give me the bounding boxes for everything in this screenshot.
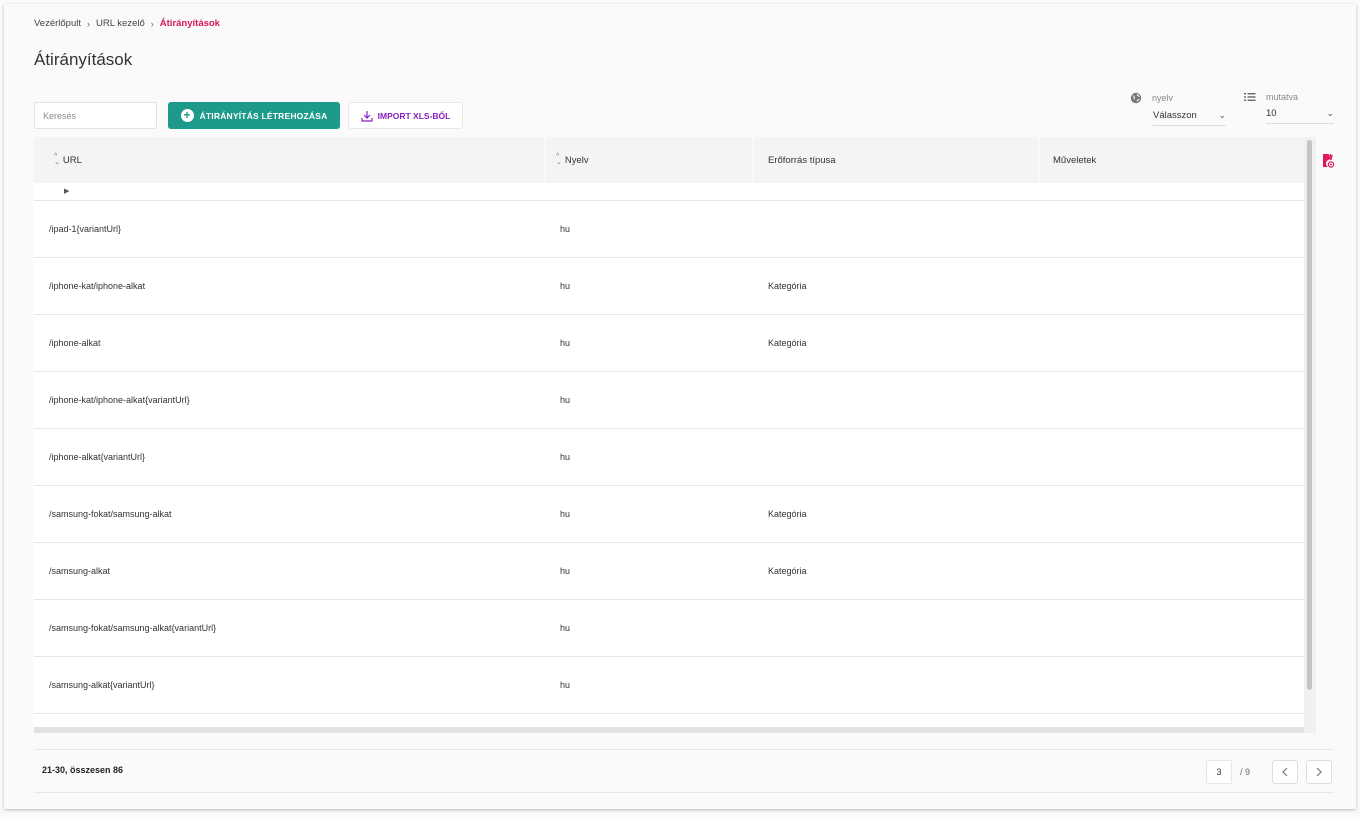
breadcrumb-item-dashboard[interactable]: Vezérlőpult [34,18,81,29]
language-filter-label: nyelv [1152,93,1174,103]
table-row[interactable]: /iphone-alkat hu Kategória [34,315,1304,372]
cell-language: hu [560,509,571,519]
language-select-value: Válasszon [1153,110,1197,121]
cell-url: /iphone-kat/iphone-alkat{variantUrl} [49,395,190,405]
cell-language: hu [560,338,571,348]
breadcrumb-item-url-manager[interactable]: URL kezelő [96,18,145,29]
cell-language: hu [560,395,571,405]
page-size-select[interactable]: 10 ⌄ [1266,108,1334,124]
table-row[interactable]: /samsung-alkat hu Kategória [34,543,1304,600]
vertical-scrollbar-thumb[interactable] [1307,140,1312,690]
language-filter[interactable]: nyelv Válasszon ⌄ [1130,92,1226,126]
download-icon [361,110,373,122]
page-size-filter[interactable]: mutatva 10 ⌄ [1244,92,1334,124]
breadcrumb-separator: › [150,18,154,29]
cell-url: /iphone-kat/iphone-alkat [49,281,146,291]
column-settings-icon [1323,154,1335,168]
chevron-down-icon: ⌄ [1326,108,1334,118]
cell-url: /samsung-alkat [49,566,111,576]
table-row[interactable]: /iphone-kat/iphone-alkat{variantUrl} hu [34,372,1304,429]
column-header-url[interactable]: ^ ⌄ URL [34,137,546,183]
page-size-filter-label: mutatva [1266,92,1299,102]
cell-url: /samsung-fokat/samsung-alkat{variantUrl} [49,623,217,633]
cell-resource-type: Kategória [768,509,807,519]
column-header-url-label: URL [62,154,82,166]
chevron-left-icon [1282,767,1288,777]
footer-divider [34,749,1334,750]
globe-icon [1130,92,1142,104]
table-row[interactable]: /samsung-alkat{variantUrl} hu [34,657,1304,714]
cell-url: /iphone-alkat [49,338,101,348]
breadcrumb-separator: › [87,18,91,29]
cell-resource-type: Kategória [768,566,807,576]
column-header-actions: Műveletek [1039,137,1304,183]
cell-language: hu [560,224,571,234]
cell-url: /samsung-alkat{variantUrl} [49,680,155,690]
column-header-language[interactable]: ^ ⌄ Nyelv [546,137,754,183]
page-size-select-value: 10 [1266,108,1277,119]
cell-resource-type: Kategória [768,338,807,348]
caret-right-icon[interactable]: ▶ [64,187,69,195]
cell-language: hu [560,680,571,690]
cell-language: hu [560,623,571,633]
page-title: Átirányítások [34,50,133,69]
search-input[interactable] [34,102,157,129]
import-xls-button[interactable]: IMPORT XLS-BŐL [348,102,463,129]
language-select[interactable]: Válasszon ⌄ [1153,110,1226,126]
cell-url: /samsung-fokat/samsung-alkat [49,509,172,519]
table-row[interactable]: /iphone-kat/iphone-alkat hu Kategória [34,258,1304,315]
cell-language: hu [560,566,571,576]
table-header: ^ ⌄ URL ^ ⌄ Nyelv Erőforrás típusa Művelet… [34,137,1304,183]
pagination-summary: 21-30, összesen 86 [42,765,124,775]
app-frame: Vezérlőpult › URL kezelő › Átirányítások… [4,4,1356,809]
table-row[interactable]: /samsung-fokat/samsung-alkat hu Kategóri… [34,486,1304,543]
cell-language: hu [560,452,571,462]
page-number-input[interactable] [1206,760,1232,784]
filter-expander-row: ▶ [34,183,1304,201]
column-header-resource-type-label: Erőforrás típusa [768,154,836,166]
table-body: /ipad-1{variantUrl} hu /iphone-kat/iphon… [34,201,1304,714]
table-row[interactable]: /ipad-1{variantUrl} hu [34,201,1304,258]
page-total: / 9 [1240,767,1251,777]
redirects-table: ^ ⌄ URL ^ ⌄ Nyelv Erőforrás típusa Művelet… [34,137,1316,733]
column-header-actions-label: Műveletek [1053,154,1097,166]
create-redirect-button[interactable]: + ÁTIRÁNYÍTÁS LÉTREHOZÁSA [168,102,340,129]
column-header-language-label: Nyelv [564,154,589,166]
breadcrumb-current: Átirányítások [159,18,220,29]
pagination: / 9 [1206,760,1333,784]
breadcrumb: Vezérlőpult › URL kezelő › Átirányítások [34,18,220,29]
table-row[interactable]: /samsung-fokat/samsung-alkat{variantUrl}… [34,600,1304,657]
column-header-resource-type: Erőforrás típusa [754,137,1039,183]
cell-language: hu [560,281,571,291]
sort-icon[interactable]: ^ ⌄ [54,153,60,166]
sort-icon[interactable]: ^ ⌄ [556,153,562,166]
import-xls-label: IMPORT XLS-BŐL [377,110,451,121]
chevron-right-icon [1316,767,1322,777]
plus-circle-icon: + [180,109,194,122]
cell-resource-type: Kategória [768,281,807,291]
horizontal-scrollbar[interactable] [34,727,1304,733]
next-page-button[interactable] [1306,760,1333,784]
footer-divider [34,792,1334,793]
chevron-down-icon: ⌄ [1218,110,1226,120]
cell-url: /ipad-1{variantUrl} [49,224,122,234]
table-row[interactable]: /iphone-alkat{variantUrl} hu [34,429,1304,486]
cell-url: /iphone-alkat{variantUrl} [49,452,146,462]
previous-page-button[interactable] [1272,760,1299,784]
create-redirect-label: ÁTIRÁNYÍTÁS LÉTREHOZÁSA [199,110,328,121]
list-icon [1244,93,1256,101]
column-settings-button[interactable] [1322,154,1335,173]
